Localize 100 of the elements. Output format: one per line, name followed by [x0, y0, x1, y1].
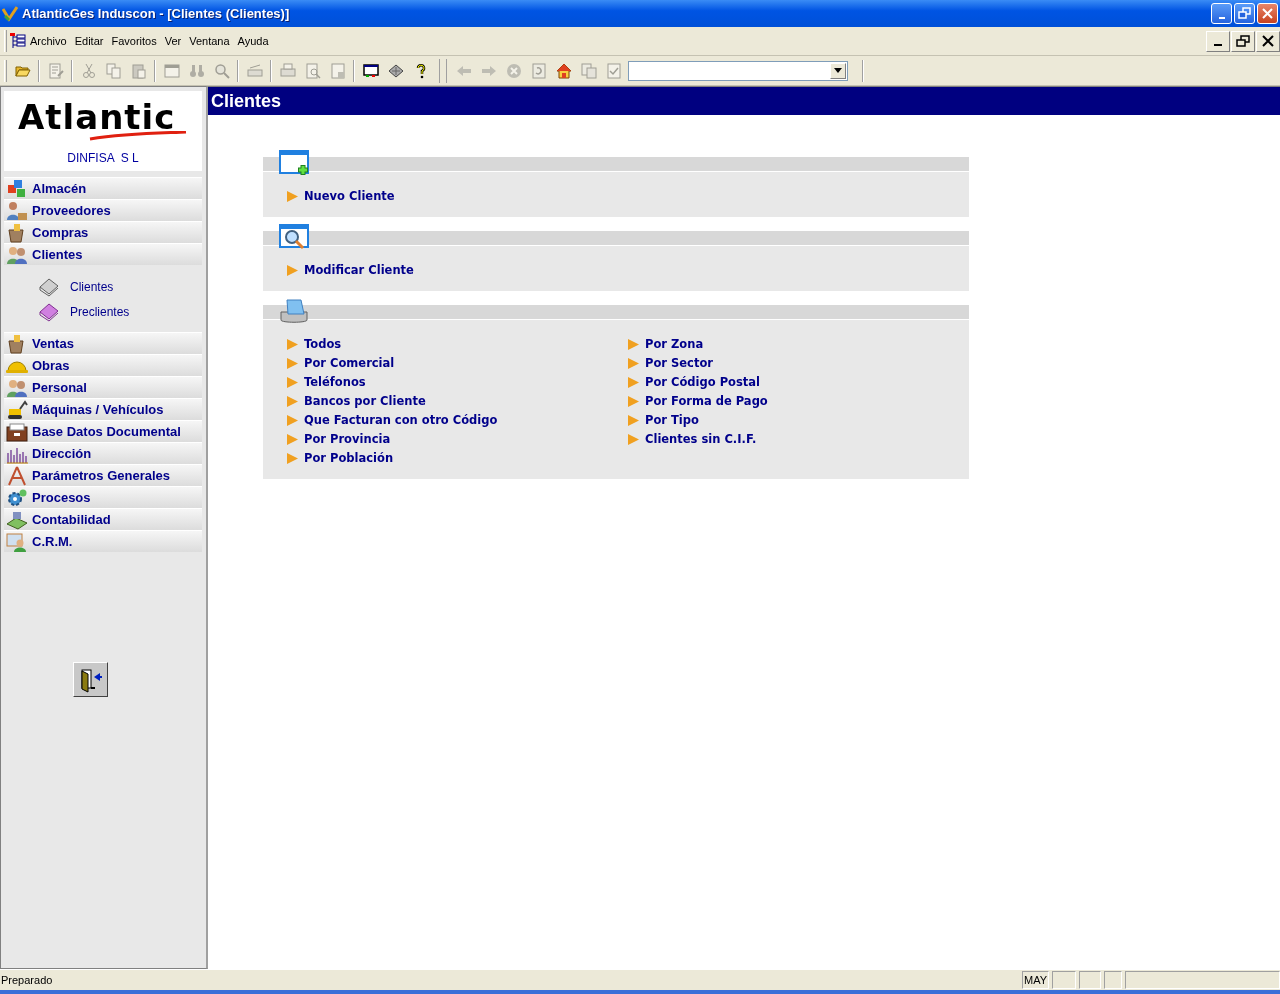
status-indicator: MAY: [1021, 971, 1049, 989]
report-link[interactable]: Por Comercial: [287, 355, 628, 372]
person-card-icon: [6, 531, 28, 552]
people-icon: [6, 244, 28, 265]
sidebar-item[interactable]: Dirección: [4, 442, 202, 464]
restore-icon: [1238, 7, 1251, 20]
documents-icon: [580, 62, 597, 79]
sidebar-item[interactable]: Máquinas / Vehículos: [4, 398, 202, 420]
sidebar-item[interactable]: Contabilidad: [4, 508, 202, 530]
refresh-page-icon: [530, 62, 547, 79]
status-message: Preparado: [0, 972, 54, 988]
address-combo-box[interactable]: [628, 60, 848, 81]
home-icon: [555, 62, 572, 79]
restore-icon: [1236, 34, 1250, 48]
status-panel: [1104, 971, 1122, 989]
sidebar-item[interactable]: Personal: [4, 376, 202, 398]
menu-item[interactable]: Archivo: [26, 32, 71, 50]
cubes-icon: [6, 178, 28, 199]
printer-icon: [278, 298, 310, 326]
sidebar-subitem[interactable]: Preclientes: [38, 302, 202, 322]
triangle-bullet-icon: [287, 358, 298, 369]
sidebar-item[interactable]: Obras: [4, 354, 202, 376]
tree-menu-icon: [10, 33, 26, 49]
scanner-icon: [246, 62, 263, 79]
dropdown-arrow-icon: [834, 68, 842, 73]
triangle-bullet-icon: [628, 415, 639, 426]
status-panel: [1052, 971, 1076, 989]
menu-item[interactable]: Ventana: [185, 32, 234, 50]
sidebar-item[interactable]: Proveedores: [4, 199, 202, 221]
check-page-icon: [605, 62, 622, 79]
close-icon: [1261, 7, 1274, 20]
report-link[interactable]: Por Provincia: [287, 431, 628, 448]
page-icon: [329, 62, 346, 79]
copy-icon: [105, 62, 122, 79]
report-link[interactable]: Por Tipo: [628, 412, 969, 429]
triangle-bullet-icon: [287, 265, 298, 276]
report-link[interactable]: Por Población: [287, 450, 628, 467]
people-icon: [6, 377, 28, 398]
clipboard-icon: [130, 62, 147, 79]
exit-button[interactable]: [73, 662, 108, 697]
report-link[interactable]: Por Código Postal: [628, 374, 969, 391]
status-panel: [1079, 971, 1101, 989]
sidebar-item[interactable]: Clientes: [4, 243, 202, 265]
sidebar-item[interactable]: Compras: [4, 221, 202, 243]
restore-button[interactable]: [1231, 30, 1255, 52]
close-button[interactable]: [1256, 30, 1280, 52]
page-magnifier-icon: [304, 62, 321, 79]
toolbar-handle[interactable]: [439, 58, 447, 83]
minimize-icon: [1214, 44, 1222, 46]
report-link[interactable]: Por Zona: [628, 336, 969, 353]
sidebar-item[interactable]: C.R.M.: [4, 530, 202, 552]
report-link[interactable]: Por Sector: [628, 355, 969, 372]
triangle-bullet-icon: [628, 434, 639, 445]
triangle-bullet-icon: [287, 453, 298, 464]
binoculars-icon: [188, 62, 205, 79]
report-link[interactable]: Nuevo Cliente: [287, 188, 636, 205]
menu-item[interactable]: Editar: [70, 32, 108, 50]
triangle-bullet-icon: [287, 396, 298, 407]
drafting-compass-icon: [6, 465, 28, 486]
triangle-bullet-icon: [287, 339, 298, 350]
logo-swoosh-icon: [88, 131, 188, 141]
triangle-bullet-icon: [628, 358, 639, 369]
printer-icon: [279, 62, 296, 79]
triangle-bullet-icon: [287, 415, 298, 426]
sidebar-item[interactable]: Parámetros Generales: [4, 464, 202, 486]
sidebar-item[interactable]: Procesos: [4, 486, 202, 508]
page-title: Clientes: [208, 87, 1280, 115]
triangle-bullet-icon: [628, 377, 639, 388]
company-name: DINFISA S L: [67, 150, 139, 167]
app-logo-icon: [2, 5, 18, 22]
sidebar-item[interactable]: Ventas: [4, 332, 202, 354]
report-link[interactable]: Bancos por Cliente: [287, 393, 628, 410]
minimize-button[interactable]: [1206, 30, 1230, 52]
window-title: AtlanticGes Induscon - [Clientes (Clientes)]: [22, 4, 291, 23]
document-pencil-icon: [47, 62, 64, 79]
search-icon: [213, 62, 230, 79]
sidebar-item[interactable]: Almacén: [4, 177, 202, 199]
report-link[interactable]: Clientes sin C.I.F.: [628, 431, 969, 448]
report-link[interactable]: Todos: [287, 336, 628, 353]
menu-item[interactable]: Ver: [160, 32, 186, 50]
diamond-icon: [387, 62, 404, 79]
report-link[interactable]: Que Facturan con otro Código: [287, 412, 628, 429]
close-icon: [1261, 34, 1275, 48]
menu-item[interactable]: Favoritos: [107, 32, 161, 50]
person-box-icon: [6, 200, 28, 221]
menu-item[interactable]: Ayuda: [233, 32, 273, 50]
triangle-bullet-icon: [628, 396, 639, 407]
window-icon: [163, 62, 180, 79]
scissors-icon: [80, 62, 97, 79]
report-link[interactable]: Teléfonos: [287, 374, 628, 391]
report-link[interactable]: Modificar Cliente: [287, 262, 636, 279]
report-link[interactable]: Por Forma de Pago: [628, 393, 969, 410]
cabinet-icon: [6, 421, 28, 442]
sidebar-item[interactable]: Base Datos Documental: [4, 420, 202, 442]
triangle-bullet-icon: [287, 377, 298, 388]
gear-icon: [6, 487, 28, 508]
monitor-icon: [362, 62, 379, 79]
sidebar-subitem[interactable]: Clientes: [38, 277, 202, 297]
logo: Atlantic: [18, 99, 177, 135]
triangle-bullet-icon: [287, 434, 298, 445]
